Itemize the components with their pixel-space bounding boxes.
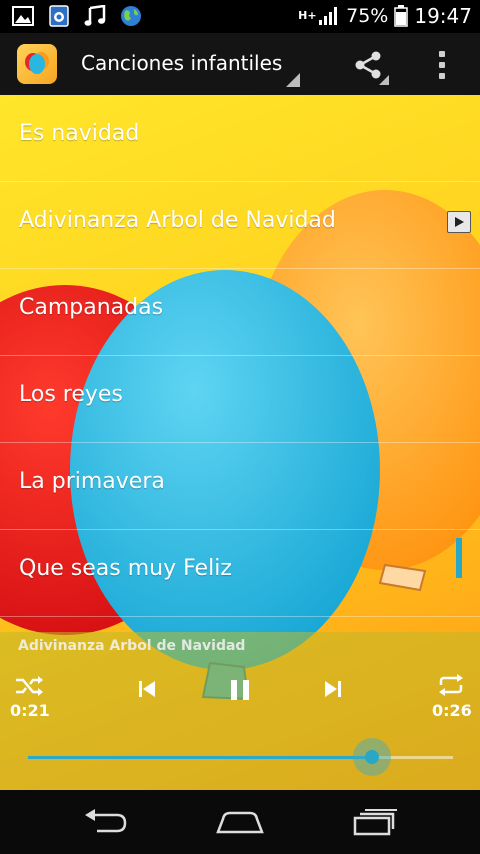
photo-icon [48,5,70,27]
shuffle-icon [16,676,43,696]
title-dropdown-indicator [286,73,300,87]
scrollbar-thumb[interactable] [456,538,462,578]
globe-icon [120,5,142,27]
elapsed-time: 0:21 [10,701,50,720]
status-bar: H+ 75% 19:47 [0,0,480,33]
total-time: 0:26 [432,701,472,720]
now-playing-title: Adivinanza Arbol de Navidad [18,638,246,654]
signal-strength-icon [319,7,338,25]
overflow-menu-button[interactable] [428,47,456,83]
song-item[interactable]: Los reyes [0,356,480,443]
network-type-label: H+ [298,9,317,22]
seek-bar-progress [28,756,372,759]
share-dropdown-indicator [379,75,389,85]
app-title[interactable]: Canciones infantiles [81,51,282,75]
home-button[interactable] [210,804,270,840]
shuffle-button[interactable] [12,672,46,700]
song-item[interactable]: Campanadas [0,269,480,356]
home-icon [216,811,264,834]
song-item-playing[interactable]: Adivinanza Arbol de Navidad [0,182,480,269]
pause-icon [231,680,249,700]
action-bar: Canciones infantiles [0,33,480,95]
navigation-bar [0,790,480,854]
clock: 19:47 [414,4,472,28]
song-list-area: Es navidad Adivinanza Arbol de Navidad C… [0,95,480,790]
song-title: Los reyes [19,382,123,407]
battery-icon [394,5,409,27]
previous-button[interactable] [132,672,162,706]
song-list: Es navidad Adivinanza Arbol de Navidad C… [0,95,480,617]
seek-bar-thumb[interactable] [365,750,379,764]
seek-bar[interactable] [28,738,453,776]
song-item[interactable]: Que seas muy Feliz [0,530,480,617]
song-item[interactable]: La primavera [0,443,480,530]
now-playing-icon [447,211,471,233]
song-title: La primavera [19,469,165,494]
app-icon[interactable] [17,44,57,84]
back-button[interactable] [76,804,136,840]
next-icon [325,681,341,697]
song-title: Campanadas [19,295,164,320]
back-icon [85,809,127,833]
previous-icon [139,681,155,697]
repeat-icon [439,674,463,696]
gallery-icon [12,5,34,27]
overflow-menu-icon [439,51,445,57]
media-player-panel: Adivinanza Arbol de Navidad 0:21 0:26 [0,632,480,790]
song-title: Es navidad [19,121,140,146]
song-item[interactable]: Es navidad [0,95,480,182]
next-button[interactable] [318,672,348,706]
song-title: Adivinanza Arbol de Navidad [19,208,336,233]
pause-button[interactable] [222,672,258,708]
song-title: Que seas muy Feliz [19,556,232,581]
recent-apps-button[interactable] [344,804,404,840]
music-note-icon [84,5,106,27]
repeat-button[interactable] [434,670,468,700]
recent-apps-icon [353,809,397,836]
battery-percent: 75% [346,5,389,27]
